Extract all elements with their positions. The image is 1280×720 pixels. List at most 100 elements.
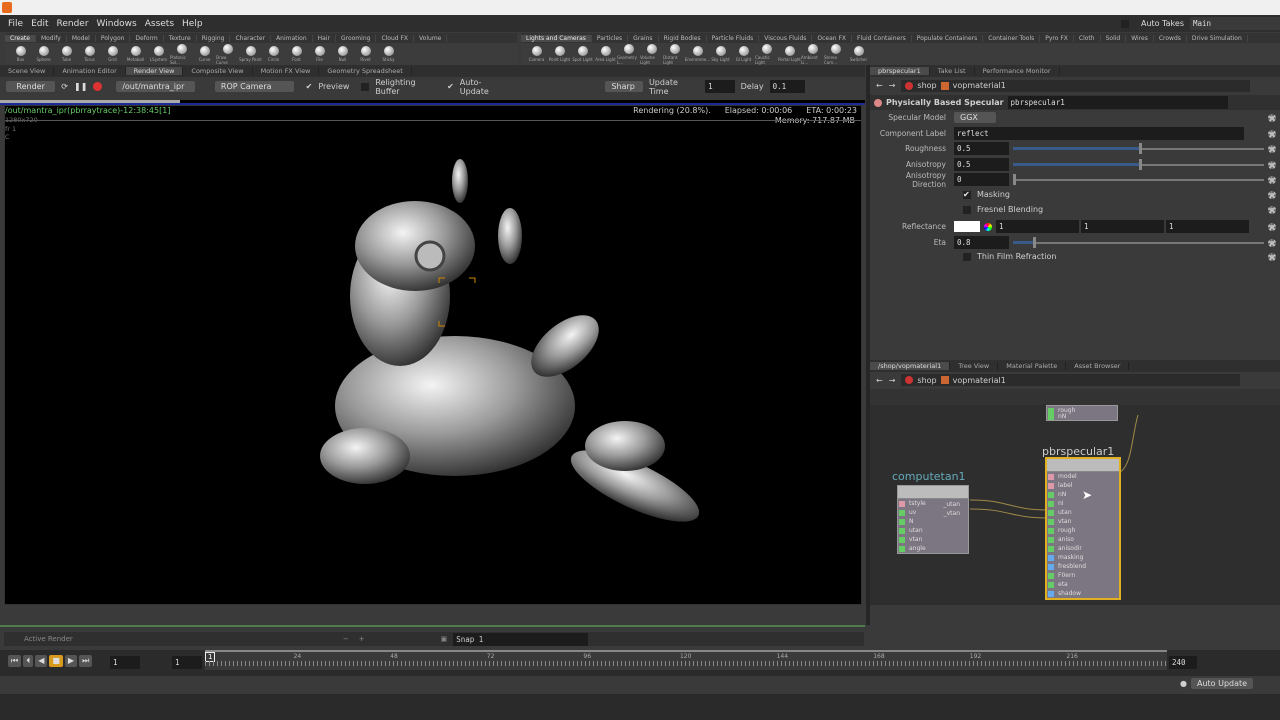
anisotropy-field[interactable]: 0.5 bbox=[954, 158, 1009, 171]
zoom-in-icon[interactable]: + bbox=[359, 635, 365, 643]
back-icon[interactable]: ← bbox=[876, 81, 883, 90]
shelf-tool-button[interactable]: Spot Light bbox=[571, 46, 594, 62]
shelf-tool-button[interactable]: Ambient Li... bbox=[801, 43, 824, 65]
node-input-port[interactable]: rough bbox=[1047, 526, 1119, 535]
shelf-tab[interactable]: Container Tools bbox=[983, 34, 1041, 42]
pane-tab[interactable]: Animation Editor bbox=[54, 67, 126, 75]
eta-slider[interactable] bbox=[1013, 236, 1264, 248]
reflectance-color-swatch[interactable] bbox=[954, 221, 980, 232]
shelf-tool-button[interactable]: Torus bbox=[78, 46, 101, 62]
node-input-port[interactable]: masking bbox=[1047, 553, 1119, 562]
shelf-tool-button[interactable]: Sticky bbox=[377, 46, 400, 62]
specular-model-select[interactable]: GGX bbox=[954, 112, 996, 123]
menu-file[interactable]: File bbox=[8, 19, 23, 29]
masking-checkbox[interactable]: ✔ bbox=[963, 190, 971, 199]
gear-icon[interactable] bbox=[1268, 238, 1276, 247]
shelf-tool-button[interactable]: Box bbox=[9, 46, 32, 62]
forward-icon[interactable]: → bbox=[889, 376, 896, 385]
shelf-tool-button[interactable]: Point Light bbox=[548, 46, 571, 62]
pane-tab[interactable]: Composite View bbox=[183, 67, 253, 75]
shelf-tab[interactable]: Particles bbox=[592, 34, 629, 42]
computetan-node[interactable]: tstyle uv Nutan vtan angle _utan _vtan bbox=[897, 485, 969, 554]
pane-tab[interactable]: pbrspecular1 bbox=[870, 67, 930, 75]
pause-icon[interactable]: ❚❚ bbox=[74, 82, 87, 91]
fresnel-blending-checkbox[interactable] bbox=[963, 205, 971, 214]
node-input-port[interactable]: utan bbox=[898, 526, 968, 535]
shelf-tool-button[interactable]: GI Light bbox=[732, 46, 755, 62]
node-input-port[interactable]: fresblend bbox=[1047, 562, 1119, 571]
node-input-port[interactable]: N bbox=[898, 517, 968, 526]
shelf-tab[interactable]: Drive Simulation bbox=[1187, 34, 1248, 42]
jump-end-button[interactable]: ⏭ bbox=[79, 655, 93, 667]
pane-tab[interactable]: Motion FX View bbox=[253, 67, 320, 75]
shelf-tool-button[interactable]: Area Light bbox=[594, 46, 617, 62]
shelf-tool-button[interactable]: Spray Paint bbox=[239, 46, 262, 62]
shelf-tool-button[interactable]: Distant Light bbox=[663, 43, 686, 65]
auto-update-button[interactable]: Auto Update bbox=[1190, 678, 1254, 689]
snapshot-icon[interactable]: ▣ bbox=[441, 635, 448, 643]
shelf-tool-button[interactable]: Volume Light bbox=[640, 43, 663, 65]
shelf-tool-button[interactable]: Switcher bbox=[847, 46, 870, 62]
shelf-tab[interactable]: Grains bbox=[628, 34, 659, 42]
relighting-checkbox[interactable] bbox=[361, 82, 370, 91]
shelf-tool-button[interactable]: File bbox=[308, 46, 331, 62]
component-label-field[interactable]: reflect bbox=[954, 127, 1244, 140]
jump-start-button[interactable]: ⏮ bbox=[8, 655, 22, 667]
pane-tab[interactable]: Material Palette bbox=[998, 362, 1067, 370]
refresh-icon[interactable]: ⟳ bbox=[61, 82, 68, 91]
reflectance-g-field[interactable]: 1 bbox=[1081, 220, 1164, 233]
shelf-tool-button[interactable]: Metaball bbox=[124, 46, 147, 62]
shelf-tool-button[interactable]: Rivet bbox=[354, 46, 377, 62]
shelf-tab[interactable]: Cloud FX bbox=[376, 34, 415, 42]
node-input-port[interactable]: anisodir bbox=[1047, 544, 1119, 553]
gear-icon[interactable] bbox=[1268, 190, 1276, 199]
path-shop[interactable]: shop bbox=[917, 81, 936, 90]
shelf-tab[interactable]: Texture bbox=[164, 34, 197, 42]
pane-tab[interactable]: Performance Monitor bbox=[975, 67, 1060, 75]
node-input-port[interactable]: F0ern bbox=[1047, 571, 1119, 580]
path-material[interactable]: vopmaterial1 bbox=[953, 81, 1006, 90]
shelf-tab[interactable]: Model bbox=[67, 34, 96, 42]
node-name-field[interactable]: pbrspecular1 bbox=[1007, 96, 1228, 109]
anisotropy-direction-field[interactable]: 0 bbox=[954, 173, 1009, 186]
shelf-tab[interactable]: Rigging bbox=[197, 34, 231, 42]
shelf-tab[interactable]: Solid bbox=[1101, 34, 1127, 42]
step-back-button[interactable]: ⏴ bbox=[23, 655, 34, 667]
gear-icon[interactable] bbox=[1268, 175, 1276, 184]
cache-icon[interactable]: ● bbox=[1180, 679, 1187, 688]
timeline-ruler[interactable]: 1 24 48 72 96 120 144 168 192 216 bbox=[205, 650, 1167, 670]
shelf-tab[interactable]: Crowds bbox=[1154, 34, 1187, 42]
camera-select[interactable]: ROP Camera bbox=[214, 81, 294, 92]
play-reverse-button[interactable]: ◀ bbox=[35, 655, 48, 667]
render-button[interactable]: Render bbox=[6, 81, 56, 92]
thin-film-checkbox[interactable] bbox=[963, 252, 971, 261]
shelf-tab[interactable]: Cloth bbox=[1074, 34, 1101, 42]
gear-icon[interactable] bbox=[1268, 113, 1276, 122]
anisotropy-direction-slider[interactable] bbox=[1013, 173, 1264, 185]
delay-field[interactable]: 0.1 bbox=[769, 80, 805, 93]
shelf-tab[interactable]: Wires bbox=[1126, 34, 1154, 42]
update-time-field[interactable]: 1 bbox=[705, 80, 735, 93]
auto-takes-checkbox[interactable] bbox=[1120, 19, 1129, 28]
menu-edit[interactable]: Edit bbox=[31, 19, 48, 29]
shelf-tab[interactable]: Volume bbox=[414, 34, 448, 42]
shelf-tab[interactable]: Ocean FX bbox=[812, 34, 853, 42]
color-wheel-icon[interactable] bbox=[984, 222, 992, 231]
shelf-tool-button[interactable]: Camera bbox=[525, 46, 548, 62]
shelf-tool-button[interactable]: Stereo Cam... bbox=[824, 43, 847, 65]
gear-icon[interactable] bbox=[1268, 129, 1276, 138]
shelf-tab[interactable]: Create bbox=[5, 34, 36, 42]
shelf-tab[interactable]: Modify bbox=[36, 34, 67, 42]
node-input-port[interactable]: vtan bbox=[1047, 517, 1119, 526]
shelf-tool-button[interactable]: Font bbox=[285, 46, 308, 62]
rop-select[interactable]: /out/mantra_ipr bbox=[116, 81, 195, 92]
pane-tab[interactable]: Asset Browser bbox=[1066, 362, 1130, 370]
shelf-tool-button[interactable]: LSystem bbox=[147, 46, 170, 62]
preview-checkbox[interactable]: ✔ bbox=[306, 82, 313, 91]
pane-tab[interactable]: Scene View bbox=[0, 67, 55, 75]
pane-tab[interactable]: Geometry Spreadsheet bbox=[319, 67, 412, 75]
shelf-tab[interactable]: Viscous Fluids bbox=[759, 34, 813, 42]
takes-select[interactable]: Main bbox=[1190, 17, 1280, 30]
gear-icon[interactable] bbox=[1268, 205, 1276, 214]
shelf-tab[interactable]: Deform bbox=[130, 34, 164, 42]
